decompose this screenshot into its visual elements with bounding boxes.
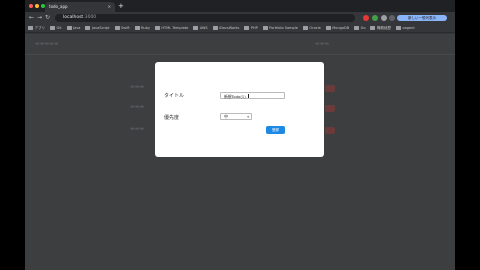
folder-icon (212, 26, 218, 30)
bookmark-item[interactable]: iDocsWorks (212, 26, 240, 30)
bookmark-label: PHP (250, 26, 258, 30)
extension-icon[interactable] (372, 15, 378, 21)
folder-icon (354, 26, 360, 30)
priority-value: 中 (224, 114, 228, 119)
folder-icon (85, 26, 91, 30)
bookmark-item[interactable]: JavaScript (85, 26, 110, 30)
back-icon[interactable]: ← (29, 14, 34, 22)
text-cursor (248, 94, 249, 98)
title-label: タイトル (164, 93, 185, 99)
chevron-down-icon: ▾ (247, 115, 249, 119)
forward-icon[interactable]: → (37, 14, 42, 22)
todo-modal: タイトル 新規Todo(1) 優先度 中 ▾ 登録 (155, 62, 324, 157)
bookmark-item[interactable]: アプリ (28, 26, 45, 31)
bookmark-label: Git (56, 26, 62, 30)
bookmark-label: Java (73, 26, 81, 30)
folder-icon (244, 26, 250, 30)
minimize-window-icon[interactable] (35, 4, 39, 8)
bookmark-label: iDocsWorks (219, 26, 240, 30)
bookmark-label: MongoDB (332, 26, 350, 30)
reload-icon[interactable]: ↻ (45, 14, 50, 22)
extension-icon[interactable] (381, 15, 387, 21)
bookmark-label: JavaScript (91, 26, 110, 30)
browser-toolbar: ← → ↻ localhost:3000 新しい一般列表示 (25, 12, 455, 24)
url-host: localhost (63, 15, 84, 20)
tab-title: todo_app (49, 4, 68, 9)
bookmark-item[interactable]: Git (50, 26, 62, 30)
bookmark-label: Swift (121, 26, 130, 30)
bookmark-label: oagent (402, 26, 415, 30)
folder-icon (262, 26, 268, 30)
folder-icon (325, 26, 331, 30)
delete-button[interactable] (325, 85, 335, 92)
folder-icon (28, 26, 33, 30)
bookmark-item[interactable]: oagent (395, 26, 415, 30)
bookmark-label: Oracle (309, 26, 321, 30)
page-header: ▬▬▬▬▬ ▬▬▬ (25, 34, 455, 55)
bookmark-label: AWS (199, 26, 208, 30)
delete-button[interactable] (325, 105, 335, 112)
bookmark-item[interactable]: Ruby (134, 26, 150, 30)
bookmark-item[interactable]: PHP (244, 26, 258, 30)
bookmark-label: Ruby (141, 26, 150, 30)
folder-icon (193, 26, 199, 30)
folder-icon (66, 26, 72, 30)
new-tab-button[interactable]: + (118, 2, 124, 10)
bookmark-item[interactable]: Oracle (302, 26, 321, 30)
priority-select[interactable]: 中 ▾ (220, 113, 252, 120)
todo-row-placeholder: ▬▬▬ (130, 104, 145, 110)
close-window-icon[interactable] (29, 4, 33, 8)
bookmark-item[interactable]: HTML Template (154, 26, 189, 30)
extension-icon[interactable] (363, 15, 369, 21)
bookmark-item[interactable]: 職務経歴 (370, 26, 391, 31)
page-content: ▬▬▬▬▬ ▬▬▬ ▬▬▬ ▬▬▬ ▬▬▬ タイトル 新規Todo(1) 優先度… (25, 34, 455, 270)
profile-button[interactable]: 新しい一般列表示 (397, 15, 447, 21)
delete-button[interactable] (325, 127, 335, 134)
bookmark-item[interactable]: MongoDB (325, 26, 350, 30)
bookmark-item[interactable]: Portfolio Sample (262, 26, 298, 30)
tab-todo-app[interactable]: todo_app ✕ (45, 2, 115, 12)
title-input[interactable]: 新規Todo(1) (220, 92, 285, 99)
extension-icon[interactable] (389, 15, 395, 21)
header-link-placeholder: ▬▬▬ (315, 41, 330, 47)
todo-row-placeholder: ▬▬▬ (130, 84, 145, 90)
folder-icon (395, 26, 401, 30)
url-path: :3000 (83, 15, 97, 20)
bookmark-item[interactable]: Java (66, 26, 81, 30)
folder-icon (134, 26, 140, 30)
priority-label: 優先度 (164, 115, 180, 121)
bookmark-label: 職務経歴 (376, 25, 391, 30)
bookmark-item[interactable]: Go (354, 26, 365, 30)
submit-button[interactable]: 登録 (266, 126, 285, 134)
bookmark-item[interactable]: Swift (114, 26, 130, 30)
bookmark-label: HTML Template (161, 26, 189, 30)
folder-icon (302, 26, 308, 30)
bookmark-item[interactable]: AWS (193, 26, 208, 30)
bookmark-label: アプリ (34, 25, 46, 30)
close-tab-icon[interactable]: ✕ (108, 2, 111, 12)
bookmarks-bar: アプリ Git Java JavaScript Swift Ruby HTML Templa… (25, 24, 455, 33)
address-bar[interactable]: localhost:3000 (55, 14, 355, 22)
tab-strip: todo_app ✕ + (25, 0, 455, 12)
folder-icon (370, 26, 376, 30)
folder-icon (50, 26, 55, 30)
todo-row-placeholder: ▬▬▬ (130, 126, 145, 132)
bookmark-label: Portfolio Sample (269, 26, 298, 30)
browser-window: todo_app ✕ + ← → ↻ localhost:3000 新しい一般列… (25, 0, 455, 270)
folder-icon (154, 26, 160, 30)
header-title-placeholder: ▬▬▬▬▬ (35, 41, 59, 47)
folder-icon (114, 26, 120, 30)
bookmark-label: Go (360, 26, 366, 30)
